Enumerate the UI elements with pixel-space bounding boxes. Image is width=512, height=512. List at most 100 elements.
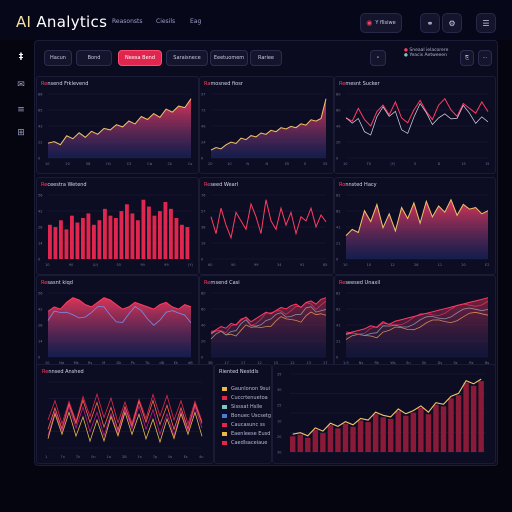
logo-mark-icon[interactable]: ‡ xyxy=(14,50,28,64)
chart-panel-title: Rernsend Casi xyxy=(204,280,240,286)
bar-mark xyxy=(136,220,140,259)
legend-item[interactable]: Bonuec Uscsetg xyxy=(222,411,271,420)
filter-button-1[interactable]: Hacun xyxy=(44,50,72,66)
bar-mark xyxy=(418,407,424,452)
y-tick-label: 76 xyxy=(201,194,205,198)
y-tick-label: 40 xyxy=(336,125,340,129)
legend-label: Sisssat Hslle xyxy=(231,403,263,410)
chat-button[interactable]: ⚭ xyxy=(420,13,440,33)
x-tick-label: N xyxy=(246,162,249,166)
y-tick-label: 38 xyxy=(201,226,205,230)
app-logo[interactable]: AI Analytics xyxy=(16,13,107,31)
x-tick-label: 15 xyxy=(461,162,465,166)
y-tick-label: 20 xyxy=(201,340,205,344)
bottom-right-chart: 30 20 10 25 30 35 xyxy=(277,373,486,455)
y-tick-label: 41 xyxy=(336,226,340,230)
y-tick-label: 56 xyxy=(38,194,42,198)
bar-mark xyxy=(403,415,409,452)
x-tick-label: 0n xyxy=(91,455,95,459)
filter-button-4[interactable]: Saraisnece xyxy=(166,50,208,66)
x-tick-label: 26 xyxy=(414,263,418,267)
x-tick-label: (Y) xyxy=(188,263,194,267)
chart-panel-plot: 86 65 43 22 0 10 20 58 H1 C5 Cis Ck Cs xyxy=(38,93,192,167)
legend-item[interactable]: Cuccrtenuetoa xyxy=(222,393,271,402)
x-tick-label: 99 xyxy=(164,263,168,267)
y-tick-label: 0 xyxy=(38,356,40,360)
x-tick-label: 0 xyxy=(304,162,306,166)
bottom-left-chart: 1 7n 7k 0n 1a 2B 1n 7p 0s Es 4n xyxy=(45,381,203,459)
x-tick-label: C5 xyxy=(127,162,132,166)
chart-panel-title-text: ceestra Wetend xyxy=(47,182,87,188)
bar-mark xyxy=(152,215,157,259)
x-tick-label: 20 xyxy=(461,263,465,267)
filter-button-5[interactable]: Eeetuomem xyxy=(210,50,248,66)
legend-item[interactable]: Caucasunc ss xyxy=(222,420,271,429)
legend-item[interactable]: Gaunlonon 9sui xyxy=(222,384,271,393)
plus-icon: ⚬ xyxy=(375,55,381,61)
filter-legend-item-2: ● Yeacis Aetweeen xyxy=(404,53,447,58)
filter-button-6[interactable]: Rariee xyxy=(250,50,282,66)
legend-item[interactable]: Eaenleese Eusd xyxy=(222,429,271,438)
grid-icon[interactable]: ⊞ xyxy=(14,126,28,140)
bottom-left-title: Rennsed Anshed xyxy=(42,369,84,375)
x-tick-label: 55 xyxy=(323,162,327,166)
y-tick-label: 56 xyxy=(38,292,42,296)
topnav-item-3[interactable]: Eag xyxy=(190,18,201,25)
area-fill xyxy=(48,98,191,158)
legend-label: Gaunlonon 9sui xyxy=(231,385,271,392)
bell-button[interactable]: ⚙ xyxy=(442,13,462,33)
top-control-label: Y fllsiwe xyxy=(375,20,396,26)
print-button[interactable]: ⎘ xyxy=(460,50,474,66)
bar-mark xyxy=(163,202,168,259)
x-tick-label: (U) xyxy=(93,263,99,267)
x-tick-label: 2B xyxy=(122,455,127,459)
x-tick-label: 85 xyxy=(323,263,327,267)
y-tick-label: 0 xyxy=(201,356,203,360)
bar-mark xyxy=(158,211,162,259)
filter-button-3[interactable]: Neesa Bend xyxy=(118,50,162,66)
bar-mark xyxy=(114,217,118,259)
x-tick-label: 58 xyxy=(86,162,90,166)
y-tick-label: 57 xyxy=(201,210,205,214)
chart-panel-title: Resasnt kiqd xyxy=(41,280,73,286)
close-icon: ◉ xyxy=(366,19,373,27)
x-tick-label: Cis xyxy=(147,162,152,166)
bar-mark xyxy=(470,385,477,452)
legend-swatch xyxy=(222,440,227,445)
filter-legend-label-2: Yeacis Aetweeen xyxy=(409,53,447,58)
legend-label: Eaenleese Eusd xyxy=(231,430,271,437)
x-tick-label: 1 xyxy=(45,455,47,459)
y-tick-label: 0 xyxy=(336,157,338,161)
y-tick-label: 80 xyxy=(336,93,340,97)
chat-icon: ⚭ xyxy=(426,18,434,28)
more-icon: ⋯ xyxy=(482,55,488,61)
top-control-filter[interactable]: ◉ Y fllsiwe xyxy=(360,13,402,33)
chart-panel-title-text: seesed Unaxil xyxy=(345,280,381,286)
settings-button[interactable]: ☰ xyxy=(476,13,496,33)
list-icon[interactable]: ≡ xyxy=(14,103,28,117)
legend-swatch xyxy=(222,395,227,400)
legend-item[interactable]: Caedlsaceiaue xyxy=(222,438,271,447)
filter-button-2[interactable]: Bond xyxy=(76,50,112,66)
y-tick-label: 60 xyxy=(336,109,340,113)
mail-icon[interactable]: ✉ xyxy=(14,78,28,92)
legend-swatch xyxy=(222,413,227,418)
topnav-item-2[interactable]: Ciesils xyxy=(156,18,175,25)
filter-legend: ● Sneaal ielacorere ● Yeacis Aetweeen xyxy=(404,48,448,58)
x-tick-label: Cs xyxy=(188,162,192,166)
x-tick-label: 10 xyxy=(227,162,231,166)
series-line xyxy=(345,97,489,127)
more-button[interactable]: ⋯ xyxy=(478,50,492,66)
bar-mark xyxy=(141,199,146,259)
x-tick-label: 0s xyxy=(168,455,172,459)
x-tick-label: 60 xyxy=(208,263,212,267)
y-tick-label: 24 xyxy=(201,141,206,145)
topnav-item-1[interactable]: Reasonsts xyxy=(112,18,142,25)
bottom-left-title-text: nnsed Anshed xyxy=(48,369,84,375)
y-tick-label: 19 xyxy=(201,242,205,246)
bar-mark xyxy=(64,229,69,259)
chart-panel-title-text: mesnt Sucker xyxy=(345,81,380,87)
legend-item[interactable]: Sisssat Hslle xyxy=(222,402,271,411)
filter-add-button[interactable]: ⚬ xyxy=(370,50,386,66)
y-tick-label: 86 xyxy=(38,93,42,97)
